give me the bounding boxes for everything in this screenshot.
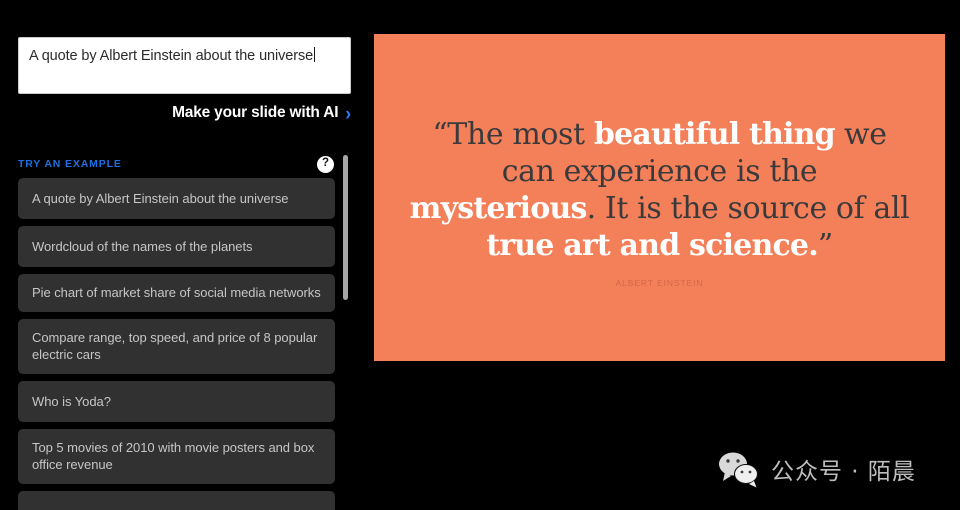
chevron-right-icon: ›: [345, 102, 351, 124]
quote-plain-span: ”: [817, 227, 833, 263]
quote-plain-span: “The most: [432, 116, 594, 152]
examples-scroll-area[interactable]: A quote by Albert Einstein about the uni…: [0, 178, 360, 510]
example-item[interactable]: Who is Yoda?: [18, 381, 335, 422]
examples-header: TRY AN EXAMPLE ?: [18, 154, 334, 174]
prompt-input-value: A quote by Albert Einstein about the uni…: [29, 48, 314, 64]
examples-list: A quote by Albert Einstein about the uni…: [18, 178, 335, 510]
make-slide-button[interactable]: Make your slide with AI ›: [0, 102, 351, 124]
example-item-label: Wordcloud of the names of the planets: [32, 239, 253, 254]
scrollbar-thumb[interactable]: [343, 155, 348, 300]
make-slide-label: Make your slide with AI: [172, 104, 339, 121]
quote-plain-span: . It is the source of all: [586, 190, 910, 226]
example-item-label: A quote by Albert Einstein about the uni…: [32, 191, 289, 206]
app-root: A quote by Albert Einstein about the uni…: [0, 0, 960, 510]
example-item-label: Pie chart of market share of social medi…: [32, 285, 321, 300]
quote-highlight-span: true art and science.: [486, 227, 818, 263]
example-item[interactable]: A quote by Albert Einstein about the uni…: [18, 178, 335, 219]
example-item-label: Top 5 movies of 2010 with movie posters …: [32, 440, 315, 472]
example-item-label: Who is Yoda?: [32, 394, 111, 409]
slide-attribution: ALBERT EINSTEIN: [615, 277, 704, 288]
slide-preview[interactable]: “The most beautiful thing we can experie…: [374, 34, 945, 361]
slide-quote-text: “The most beautiful thing we can experie…: [407, 116, 912, 264]
quote-highlight-span: beautiful thing: [593, 116, 836, 152]
text-caret: [313, 47, 316, 62]
example-item[interactable]: Top 5 movies of 2010 with movie posters …: [18, 429, 335, 484]
prompt-input[interactable]: A quote by Albert Einstein about the uni…: [18, 37, 351, 94]
left-panel: A quote by Albert Einstein about the uni…: [0, 0, 360, 510]
help-icon[interactable]: ?: [317, 155, 334, 173]
example-item[interactable]: Wordcloud of the names of the planets: [18, 226, 335, 267]
example-item[interactable]: [18, 491, 335, 510]
examples-scrollbar[interactable]: [343, 155, 348, 510]
watermark-text: 公众号 · 陌晨: [771, 459, 916, 485]
try-an-example-label: TRY AN EXAMPLE: [18, 158, 122, 170]
example-item[interactable]: Pie chart of market share of social medi…: [18, 274, 335, 312]
watermark: 公众号 · 陌晨: [718, 450, 916, 488]
wechat-icon: [719, 452, 759, 488]
example-item-label: Compare range, top speed, and price of 8…: [32, 330, 318, 362]
example-item[interactable]: Compare range, top speed, and price of 8…: [18, 319, 335, 374]
quote-highlight-span: mysterious: [409, 190, 588, 226]
